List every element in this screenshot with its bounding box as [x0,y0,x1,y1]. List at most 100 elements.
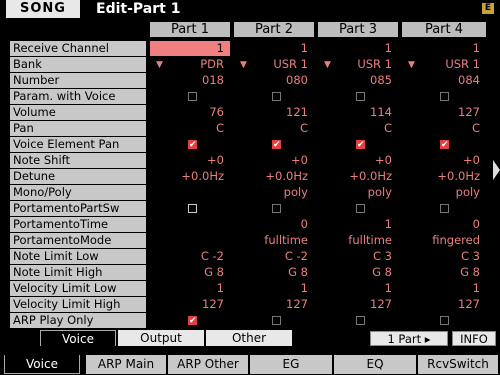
velocity-limit-low-part2[interactable]: 1 [234,281,314,296]
pan-part3[interactable]: C [318,121,398,136]
param-with-voice-part2[interactable] [234,89,314,104]
column-header-part4: Part 4 [402,22,486,37]
param-with-voice-part3[interactable] [318,89,398,104]
checkbox [188,92,197,101]
velocity-limit-high-part2[interactable]: 127 [234,297,314,312]
portamento-time-part4[interactable]: 0 [402,217,486,232]
table-row: Param. with Voice [0,89,492,105]
portamento-mode-part2[interactable]: fulltime [234,233,314,248]
song-edit-part-screen: SONG Edit-Part 1 E Part 1 Part 2 Part 3 … [0,0,500,375]
portamento-mode-part3[interactable]: fulltime [318,233,398,248]
part-select-button[interactable]: 1 Part ▸ [370,331,448,346]
column-header-part1: Part 1 [150,22,230,37]
param-with-voice-part4[interactable] [402,89,486,104]
param-with-voice-part1[interactable] [150,89,230,104]
pan-part4[interactable]: C [402,121,486,136]
row-label: PortamentoMode [10,233,146,248]
portamento-time-part3[interactable]: 1 [318,217,398,232]
table-row: Mono/Poly poly poly poly [0,185,492,201]
note-limit-high-part2[interactable]: G 8 [234,265,314,280]
bank-part4[interactable]: ▼ USR 1 [402,57,486,72]
table-row: Pan C C C C [0,121,492,137]
number-part1[interactable]: 018 [150,73,230,88]
bank-part1[interactable]: ▼ PDR [150,57,230,72]
tab-arp-main[interactable]: ARP Main [86,355,166,374]
arp-play-only-part2[interactable] [234,313,314,328]
info-button[interactable]: INFO [452,331,496,346]
tab-rcvswitch[interactable]: RcvSwitch [418,355,498,374]
velocity-limit-low-part4[interactable]: 1 [402,281,486,296]
note-limit-high-part4[interactable]: G 8 [402,265,486,280]
pan-part1[interactable]: C [150,121,230,136]
volume-part3[interactable]: 114 [318,105,398,120]
voice-element-pan-part2[interactable]: ✔ [234,137,314,152]
checkbox [272,316,281,325]
portamento-sw-part2[interactable] [234,201,314,216]
scroll-right-arrow-icon[interactable] [493,160,500,180]
velocity-limit-low-part3[interactable]: 1 [318,281,398,296]
note-shift-part1[interactable]: +0 [150,153,230,168]
velocity-limit-high-part3[interactable]: 127 [318,297,398,312]
bank-part2[interactable]: ▼ USR 1 [234,57,314,72]
note-limit-low-part4[interactable]: C 3 [402,249,486,264]
volume-part2[interactable]: 121 [234,105,314,120]
note-limit-high-part1[interactable]: G 8 [150,265,230,280]
note-limit-low-part3[interactable]: C 3 [318,249,398,264]
table-row: Volume 76 121 114 127 [0,105,492,121]
note-shift-part2[interactable]: +0 [234,153,314,168]
volume-part4[interactable]: 127 [402,105,486,120]
number-part3[interactable]: 085 [318,73,398,88]
portamento-mode-part1[interactable] [150,233,230,248]
subtab-voice[interactable]: Voice [40,330,116,346]
portamento-sw-part4[interactable] [402,201,486,216]
tab-eq[interactable]: EQ [334,355,416,374]
receive-channel-part1[interactable]: 1 [150,41,230,56]
mono-poly-part4[interactable]: poly [402,185,486,200]
arp-play-only-part4[interactable] [402,313,486,328]
portamento-time-part1[interactable] [150,217,230,232]
portamento-time-part2[interactable]: 0 [234,217,314,232]
checkbox [356,316,365,325]
table-row: Note Limit High G 8 G 8 G 8 G 8 [0,265,492,281]
arp-play-only-part3[interactable] [318,313,398,328]
portamento-sw-part1[interactable] [150,201,230,216]
detune-part4[interactable]: +0.0Hz [402,169,486,184]
volume-part1[interactable]: 76 [150,105,230,120]
velocity-limit-low-part1[interactable]: 1 [150,281,230,296]
mono-poly-part2[interactable]: poly [234,185,314,200]
receive-channel-part3[interactable]: 1 [318,41,398,56]
note-shift-part4[interactable]: +0 [402,153,486,168]
voice-element-pan-part3[interactable]: ✔ [318,137,398,152]
velocity-limit-high-part1[interactable]: 127 [150,297,230,312]
note-limit-low-part1[interactable]: C -2 [150,249,230,264]
velocity-limit-high-part4[interactable]: 127 [402,297,486,312]
receive-channel-part4[interactable]: 1 [402,41,486,56]
mono-poly-part3[interactable]: poly [318,185,398,200]
number-part4[interactable]: 084 [402,73,486,88]
note-shift-part3[interactable]: +0 [318,153,398,168]
tab-voice[interactable]: Voice [4,355,80,374]
voice-element-pan-part1[interactable]: ✔ [150,137,230,152]
detune-part1[interactable]: +0.0Hz [150,169,230,184]
detune-part3[interactable]: +0.0Hz [318,169,398,184]
receive-channel-part2[interactable]: 1 [234,41,314,56]
note-limit-high-part3[interactable]: G 8 [318,265,398,280]
detune-part2[interactable]: +0.0Hz [234,169,314,184]
checkbox-checked: ✔ [188,316,197,326]
note-limit-low-part2[interactable]: C -2 [234,249,314,264]
subtab-output[interactable]: Output [118,330,204,346]
bank-part3[interactable]: ▼ USR 1 [318,57,398,72]
mono-poly-part1[interactable] [150,185,230,200]
pan-part2[interactable]: C [234,121,314,136]
number-part2[interactable]: 080 [234,73,314,88]
subtab-other[interactable]: Other [206,330,292,346]
tab-eg[interactable]: EG [250,355,332,374]
table-row: Note Shift +0 +0 +0 +0 [0,153,492,169]
arp-play-only-part1[interactable]: ✔ [150,313,230,328]
voice-element-pan-part4[interactable]: ✔ [402,137,486,152]
row-label: Velocity Limit Low [10,281,146,296]
portamento-mode-part4[interactable]: fingered [402,233,486,248]
tab-arp-other[interactable]: ARP Other [168,355,248,374]
portamento-sw-part3[interactable] [318,201,398,216]
dropdown-arrow-icon: ▼ [408,60,415,70]
